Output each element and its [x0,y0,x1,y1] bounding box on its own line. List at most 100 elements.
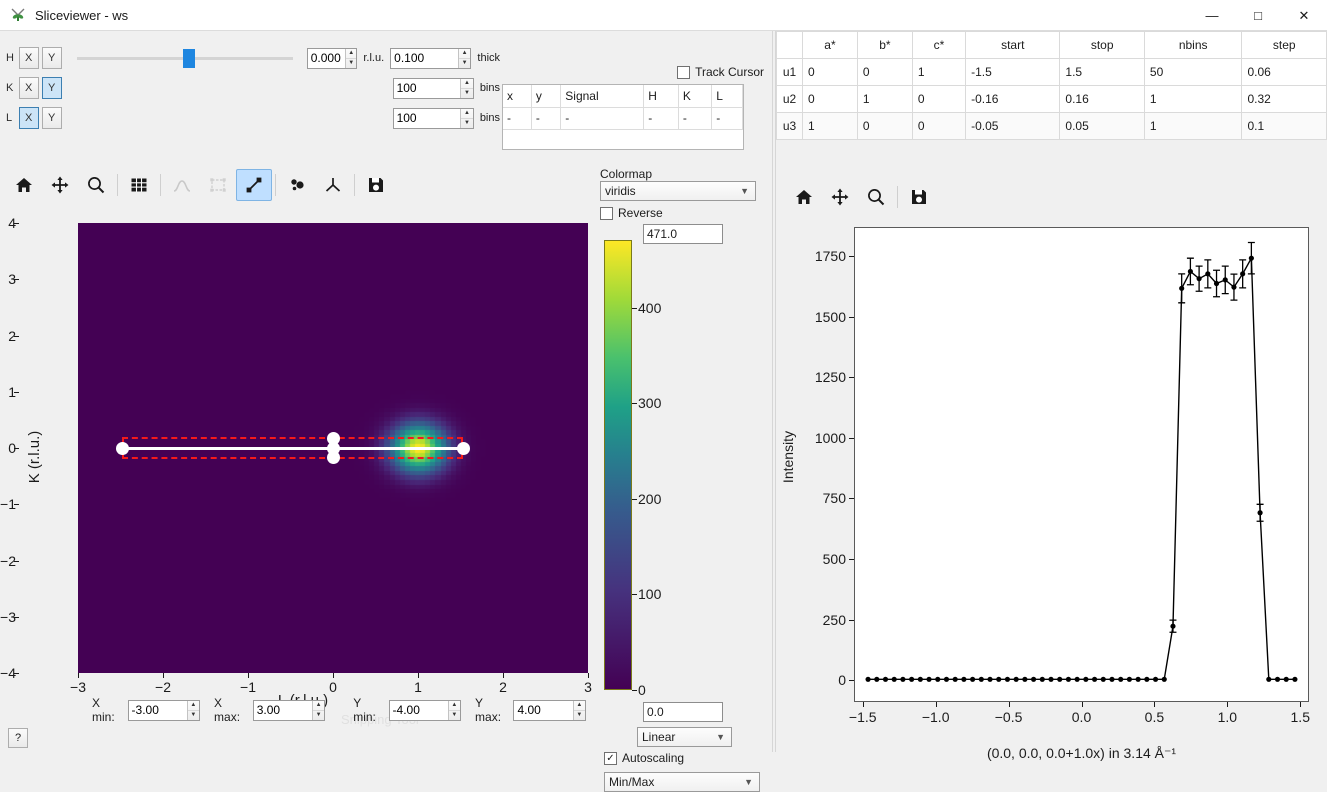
proj-u2-start[interactable]: -0.16 [965,85,1061,113]
proj-u3-astar[interactable]: 1 [802,112,858,140]
proj-u2-step[interactable]: 0.32 [1241,85,1327,113]
spin-arrows[interactable]: ▲ ▼ [447,700,461,720]
close-button[interactable]: ✕ [1281,0,1327,31]
cut-handle-0[interactable] [115,441,129,455]
maximize-button[interactable]: □ [1235,0,1281,31]
proj-u1-stop[interactable]: 1.5 [1059,58,1145,86]
axis-l-bins-input[interactable] [393,108,461,128]
plot-2d-ytickmark [14,223,19,224]
proj-u1-start[interactable]: -1.5 [965,58,1061,86]
axis-k-bins-input[interactable] [393,78,461,98]
cut-handle-3[interactable] [326,431,340,445]
minimize-button[interactable]: — [1189,0,1235,31]
reverse-checkbox[interactable] [600,206,613,220]
nonaxis-icon[interactable] [315,169,351,201]
grid-icon[interactable] [121,169,157,201]
axis-k-x-button[interactable]: X [18,77,39,99]
x-min-input[interactable] [128,700,187,720]
axis-k-y-button[interactable]: Y [41,77,62,99]
axis-h-thickness-input[interactable] [391,48,458,68]
y-min-input[interactable] [389,700,448,720]
axis-h-y-button[interactable]: Y [41,47,62,69]
axis-l-bins-spinbox[interactable]: ▲▼ [392,107,474,129]
y-min-spinbox[interactable]: ▲▼ [388,699,462,721]
table-row[interactable]: u3 1 0 0 -0.05 0.05 1 0.1 [776,112,1327,140]
save-icon[interactable] [358,169,394,201]
axis-l-x-button[interactable]: X [18,107,39,129]
autoscaling-row[interactable]: ✓ Autoscaling [604,751,684,765]
slider-handle[interactable] [182,49,195,68]
axis-h-thickness-spinbox[interactable]: ▲▼ [390,47,472,69]
proj-u3-cstar[interactable]: 0 [911,112,967,140]
spin-arrows[interactable]: ▲ ▼ [345,48,357,68]
projection-table[interactable]: a* b* c* start stop nbins step u1 0 0 1 … [776,31,1327,140]
table-row[interactable]: u2 0 1 0 -0.16 0.16 1 0.32 [776,85,1327,113]
reverse-row[interactable]: Reverse [600,206,772,220]
plot-2d-axes[interactable] [78,223,588,673]
proj-u1-nbins[interactable]: 50 [1143,58,1243,86]
home-icon[interactable] [6,169,42,201]
normalization-select[interactable]: Min/Max ▼ [604,772,760,792]
non-orthogonal-icon[interactable] [279,169,315,201]
cut-plot-1d[interactable]: Intensity (0.0, 0.0, 0.0+1.0x) in 3.14 Å… [780,217,1319,761]
home-icon[interactable] [786,181,822,213]
cut-handle-4[interactable] [326,451,340,465]
spin-arrows[interactable]: ▲ ▼ [460,78,473,98]
proj-col-cstar: c* [911,31,967,59]
proj-u1-astar[interactable]: 0 [802,58,858,86]
plot-1d-axes[interactable] [854,227,1309,702]
proj-u3-nbins[interactable]: 1 [1143,112,1243,140]
colorbar-tickmark [632,307,637,309]
y-max-spinbox[interactable]: ▲▼ [513,699,586,721]
table-row[interactable]: u1 0 0 1 -1.5 1.5 50 0.06 [776,58,1327,86]
autoscaling-checkbox[interactable]: ✓ [604,751,617,765]
x-max-spinbox[interactable]: ▲▼ [252,699,326,721]
proj-u3-step[interactable]: 0.1 [1241,112,1327,140]
proj-u3-start[interactable]: -0.05 [965,112,1061,140]
cut-handle-2[interactable] [456,441,470,455]
cut-line[interactable] [122,447,464,450]
plot-1d-ytickmark [849,559,854,560]
proj-u1-step[interactable]: 0.06 [1241,58,1327,86]
zoom-icon[interactable] [78,169,114,201]
plot-1d-ytick: 1500 [814,308,846,325]
track-cursor-checkbox[interactable] [677,65,691,79]
colormap-select[interactable]: viridis ▼ [600,181,756,201]
plot-2d-xtickmark [333,673,334,678]
proj-u3-stop[interactable]: 0.05 [1059,112,1145,140]
proj-u2-astar[interactable]: 0 [802,85,858,113]
axis-h-value-spinbox[interactable]: ▲▼ [306,47,358,69]
proj-u2-bstar[interactable]: 1 [856,85,913,113]
proj-u2-cstar[interactable]: 0 [911,85,967,113]
proj-u1-bstar[interactable]: 0 [856,58,913,86]
x-max-input[interactable] [253,700,312,720]
spin-arrows[interactable]: ▲ ▼ [311,700,325,720]
spin-arrows[interactable]: ▲ ▼ [457,48,471,68]
scale-select[interactable]: Linear ▼ [637,727,732,747]
axis-l-y-button[interactable]: Y [41,107,62,129]
axis-h-slider[interactable] [76,47,293,69]
proj-u2-stop[interactable]: 0.16 [1059,85,1145,113]
proj-u1-cstar[interactable]: 1 [911,58,967,86]
help-button[interactable]: ? [8,728,28,748]
y-max-input[interactable] [514,700,573,720]
spin-arrows[interactable]: ▲ ▼ [186,700,200,720]
colorbar-max-field[interactable]: 471.0 [643,224,723,244]
line-cut-icon[interactable] [236,169,272,201]
colorbar-min-field[interactable]: 0.0 [643,702,723,722]
proj-u3-bstar[interactable]: 0 [856,112,913,140]
slice-plot-2d[interactable]: K (r.l.u.) L (r.l.u.) −4−3−2−101234−3−2−… [0,207,600,727]
zoom-icon[interactable] [858,181,894,213]
spin-arrows[interactable]: ▲ ▼ [460,108,473,128]
x-min-spinbox[interactable]: ▲▼ [127,699,201,721]
track-cursor-row[interactable]: Track Cursor [502,65,764,79]
axis-h-x-button[interactable]: X [18,47,39,69]
axis-k-bins-spinbox[interactable]: ▲▼ [392,77,474,99]
axis-h-value-input[interactable] [307,48,346,68]
proj-u2-nbins[interactable]: 1 [1143,85,1243,113]
pan-icon[interactable] [42,169,78,201]
pan-icon[interactable] [822,181,858,213]
peak-overlay-icon [164,169,200,201]
spin-arrows[interactable]: ▲ ▼ [572,700,585,720]
save-icon[interactable] [901,181,937,213]
